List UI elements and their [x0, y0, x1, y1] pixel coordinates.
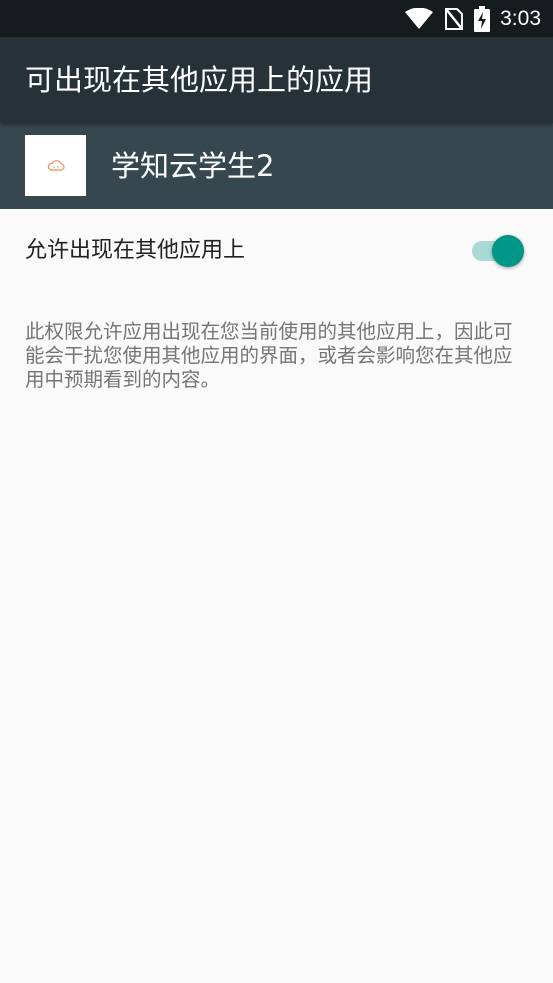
permission-toggle[interactable]	[470, 234, 526, 268]
permission-label: 允许出现在其他应用上	[25, 238, 246, 263]
status-bar: 3:03	[0, 0, 553, 37]
status-icons: 3:03	[404, 0, 541, 37]
battery-charging-icon	[474, 5, 491, 32]
wifi-icon	[404, 7, 434, 30]
page-title: 可出现在其他应用上的应用	[25, 63, 374, 97]
permission-setting-row[interactable]: 允许出现在其他应用上	[0, 209, 553, 293]
permission-description: 此权限允许应用出现在您当前使用的其他应用上，因此可能会干扰您使用其他应用的界面，…	[25, 320, 513, 391]
app-cloud-icon	[25, 135, 86, 196]
toggle-thumb	[492, 235, 524, 267]
toolbar: 可出现在其他应用上的应用	[0, 37, 553, 123]
status-time: 3:03	[500, 6, 541, 30]
screen: 3:03 可出现在其他应用上的应用 学知云学生2 允许出现在其他应用上 此权限允…	[0, 0, 553, 983]
app-header: 学知云学生2	[0, 123, 553, 209]
no-sim-icon	[444, 7, 464, 31]
app-name: 学知云学生2	[111, 149, 275, 183]
